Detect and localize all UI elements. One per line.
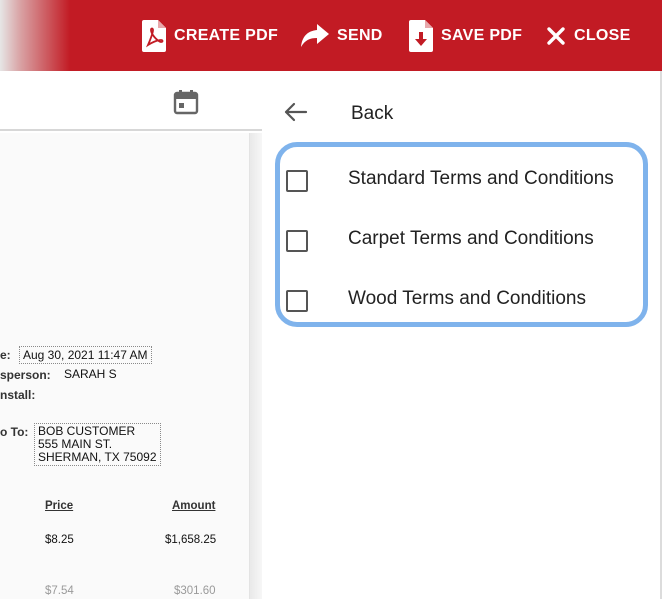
- close-button[interactable]: CLOSE: [546, 18, 631, 54]
- preview-toolbar: [0, 71, 262, 131]
- back-button[interactable]: [282, 97, 308, 131]
- close-icon: [546, 26, 566, 46]
- row-amount: $301.60: [174, 585, 216, 597]
- send-label: SEND: [337, 27, 383, 44]
- file-download-icon: [409, 20, 433, 52]
- page-shadow: [250, 133, 262, 599]
- pdf-file-icon: [142, 20, 166, 52]
- close-label: CLOSE: [574, 27, 631, 44]
- terms-panel: Back Standard Terms and Conditions Carpe…: [262, 71, 662, 599]
- calendar-icon[interactable]: [173, 89, 199, 120]
- ship-to-address: BOB CUSTOMER 555 MAIN ST. SHERMAN, TX 75…: [34, 423, 161, 466]
- document-page: e: Aug 30, 2021 11:47 AM sperson: SARAH …: [0, 133, 250, 599]
- date-value: Aug 30, 2021 11:47 AM: [19, 346, 152, 364]
- wood-terms-checkbox[interactable]: [286, 290, 308, 312]
- standard-terms-checkbox[interactable]: [286, 170, 308, 192]
- carpet-terms-label[interactable]: Carpet Terms and Conditions: [348, 228, 594, 250]
- row-amount: $1,658.25: [165, 534, 217, 546]
- create-pdf-label: CREATE PDF: [174, 27, 279, 44]
- term-option-standard[interactable]: Standard Terms and Conditions: [280, 160, 645, 200]
- standard-terms-label[interactable]: Standard Terms and Conditions: [348, 168, 614, 190]
- salesperson-value: SARAH S: [64, 367, 117, 381]
- document-preview-panel: e: Aug 30, 2021 11:47 AM sperson: SARAH …: [0, 71, 262, 599]
- row-price: $7.54: [45, 585, 74, 597]
- term-option-wood[interactable]: Wood Terms and Conditions: [280, 280, 645, 320]
- top-toolbar: CREATE PDF SEND SAVE PDF CLOSE: [0, 0, 662, 71]
- share-arrow-icon: [301, 24, 329, 48]
- date-label: e:: [0, 348, 11, 362]
- send-button[interactable]: SEND: [301, 18, 383, 54]
- term-option-carpet[interactable]: Carpet Terms and Conditions: [280, 220, 645, 260]
- price-column-header: Price: [45, 500, 74, 512]
- save-pdf-button[interactable]: SAVE PDF: [409, 18, 522, 54]
- wood-terms-label[interactable]: Wood Terms and Conditions: [348, 288, 586, 310]
- install-label: nstall:: [0, 388, 36, 402]
- ship-to-label: o To:: [0, 425, 29, 439]
- terms-selection-box: Standard Terms and Conditions Carpet Ter…: [275, 142, 648, 327]
- ship-to-line: SHERMAN, TX 75092: [38, 450, 157, 464]
- arrow-left-icon: [282, 101, 308, 128]
- amount-column-header: Amount: [172, 500, 216, 512]
- salesperson-label: sperson:: [0, 368, 51, 382]
- back-label[interactable]: Back: [351, 103, 393, 125]
- row-price: $8.25: [45, 534, 74, 546]
- carpet-terms-checkbox[interactable]: [286, 230, 308, 252]
- create-pdf-button[interactable]: CREATE PDF: [142, 18, 278, 54]
- document-page-area: e: Aug 30, 2021 11:47 AM sperson: SARAH …: [0, 133, 262, 599]
- save-pdf-label: SAVE PDF: [441, 27, 523, 44]
